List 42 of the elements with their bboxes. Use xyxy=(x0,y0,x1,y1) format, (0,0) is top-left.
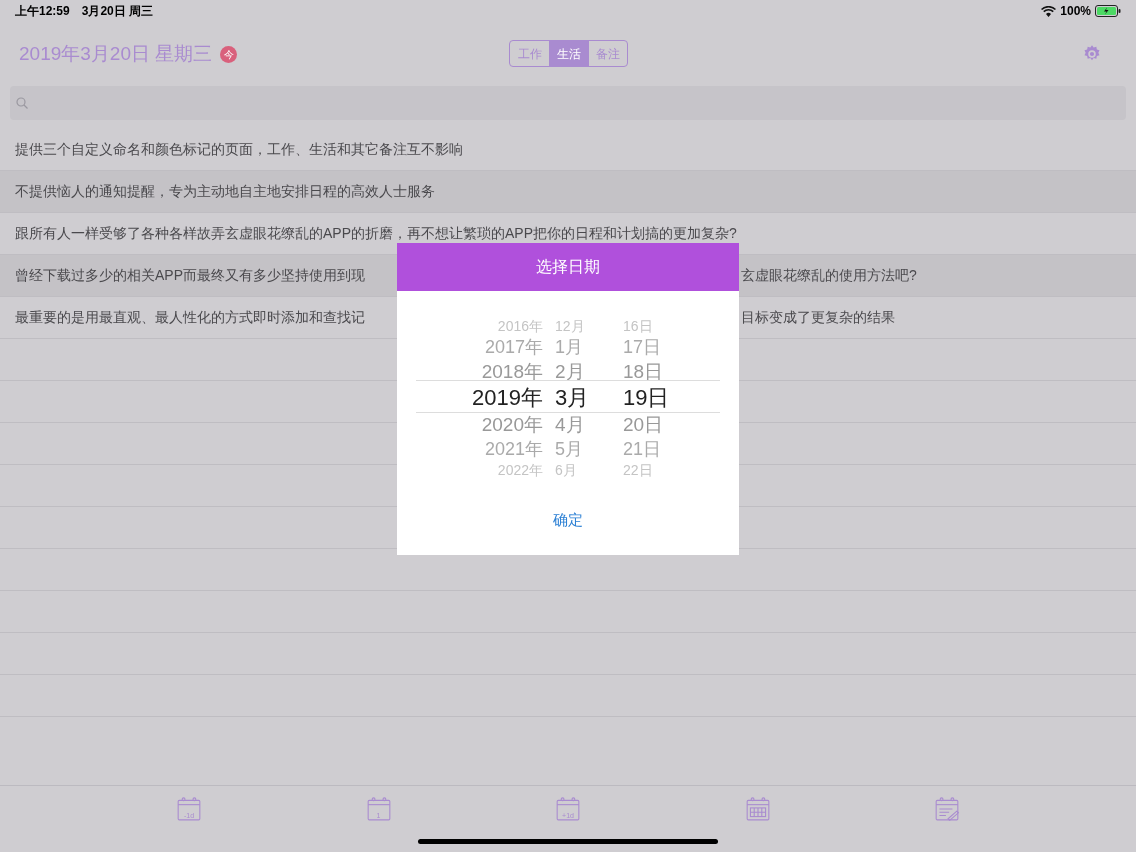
status-date: 3月20日 周三 xyxy=(81,3,154,20)
picker-option[interactable]: 4月 xyxy=(555,412,585,437)
status-time: 上午12:59 xyxy=(15,3,70,20)
picker-option[interactable]: 2021年 xyxy=(484,436,543,462)
picker-option[interactable]: 2020年 xyxy=(481,412,543,437)
picker-option[interactable]: 16日 xyxy=(623,317,653,335)
today-badge[interactable]: 今 xyxy=(220,45,238,63)
dialog-title: 选择日期 xyxy=(397,243,739,291)
picker-option[interactable]: 1月 xyxy=(555,334,583,360)
picker-option[interactable]: 3月 xyxy=(555,383,590,413)
note-text[interactable]: 目标变成了更复杂的结果 xyxy=(741,307,895,328)
picker-option[interactable]: 5月 xyxy=(555,436,583,462)
note-text[interactable]: 提供三个自定义命名和颜色标记的页面，工作、生活和其它备注互不影响 xyxy=(15,139,463,160)
picker-option[interactable]: 17日 xyxy=(623,334,662,360)
confirm-button[interactable]: 确定 xyxy=(541,504,595,535)
picker-option[interactable]: 22日 xyxy=(623,461,653,479)
picker-option[interactable]: 2022年 xyxy=(497,461,543,479)
date-title[interactable]: 2019年3月20日 星期三 xyxy=(19,39,213,69)
picker-option[interactable]: 20日 xyxy=(623,412,664,437)
wifi-icon xyxy=(1041,5,1057,17)
note-text[interactable]: 跟所有人一样受够了各种各样故弄玄虚眼花缭乱的APP的折磨，再不想让繁琐的APP把你的日程和计划搞的更加复杂? xyxy=(15,223,737,244)
picker-option[interactable]: 2月 xyxy=(555,359,585,384)
picker-option[interactable]: 2016年 xyxy=(497,317,543,335)
segment-tab[interactable]: 备注 xyxy=(588,41,627,66)
picker-option[interactable]: 2019年 xyxy=(472,383,543,413)
search-icon xyxy=(16,97,28,109)
segment-tab[interactable]: 工作 xyxy=(510,41,549,66)
edit-note-icon[interactable] xyxy=(934,796,960,822)
picker-option[interactable]: 19日 xyxy=(623,383,670,413)
note-text[interactable]: 最重要的是用最直观、最人性化的方式即时添加和查找记 xyxy=(15,307,397,328)
picker-option[interactable]: 21日 xyxy=(623,436,662,462)
battery-percent: 100% xyxy=(1060,3,1091,20)
segment-tab[interactable]: 生活 xyxy=(549,41,588,66)
note-text[interactable]: 玄虚眼花缭乱的使用方法吧? xyxy=(741,265,917,286)
picker-option[interactable]: 18日 xyxy=(623,359,664,384)
picker-option[interactable]: 2018年 xyxy=(481,359,543,384)
note-text[interactable]: 曾经下载过多少的相关APP而最终又有多少坚持使用到现 xyxy=(15,265,397,286)
picker-option[interactable]: 2017年 xyxy=(484,334,543,360)
note-text[interactable]: 不提供恼人的通知提醒，专为主动地自主地安排日程的高效人士服务 xyxy=(15,181,435,202)
calendar-grid-icon[interactable] xyxy=(744,796,771,822)
battery-icon xyxy=(1095,5,1121,17)
search-field[interactable] xyxy=(10,86,1126,120)
